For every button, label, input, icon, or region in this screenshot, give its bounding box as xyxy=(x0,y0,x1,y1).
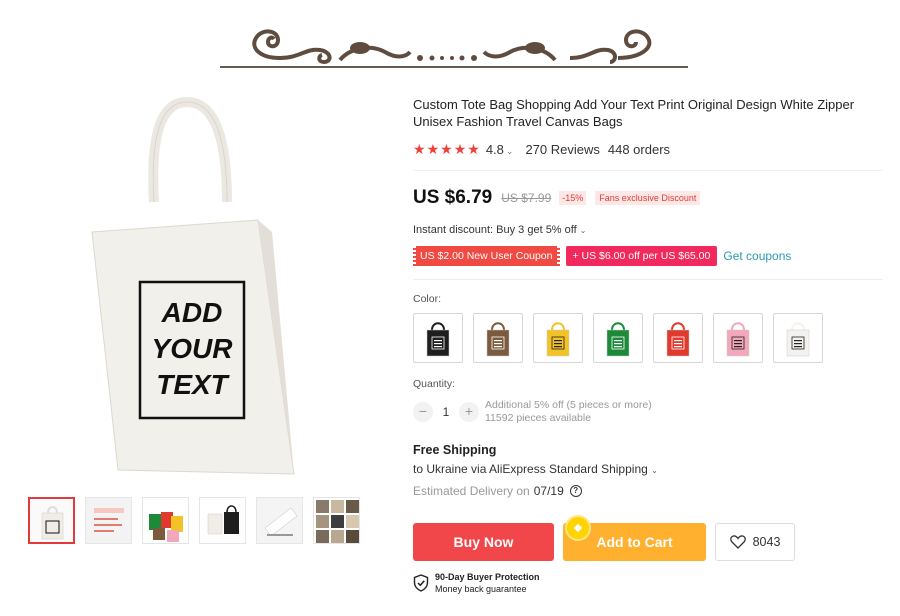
color-swatches xyxy=(413,313,888,363)
delivery-date: 07/19 xyxy=(533,484,564,498)
increment-button[interactable]: + xyxy=(459,402,479,422)
price-row: US $6.79 US $7.99 -15% Fans exclusive Di… xyxy=(413,185,888,211)
instant-discount[interactable]: Instant discount: Buy 3 get 5% off ⌄ xyxy=(413,224,888,238)
thumbnail-6[interactable] xyxy=(313,497,360,544)
color-swatch-green[interactable] xyxy=(593,313,643,363)
rating-row: ★ ★ ★ ★ ★ 4.8 ⌄ 270 Reviews 448 orders xyxy=(413,140,888,158)
original-price: US $7.99 xyxy=(501,191,552,205)
color-swatch-yellow[interactable] xyxy=(533,313,583,363)
quantity-stepper: − 1 + Additional 5% off (5 pieces or mor… xyxy=(413,398,888,426)
shield-check-icon xyxy=(413,574,429,592)
decrement-button[interactable]: − xyxy=(413,402,433,422)
product-title: Custom Tote Bag Shopping Add Your Text P… xyxy=(413,97,855,129)
thumbnail-2[interactable] xyxy=(85,497,132,544)
reviews-link[interactable]: 270 Reviews xyxy=(525,142,599,157)
star-icon: ★ xyxy=(453,141,467,157)
decorative-ornament xyxy=(252,29,652,65)
thumbnail-5[interactable] xyxy=(256,497,303,544)
color-swatch-pink[interactable] xyxy=(713,313,763,363)
quantity-info: Additional 5% off (5 pieces or more) 115… xyxy=(485,399,652,425)
thumbnail-1[interactable] xyxy=(28,497,75,544)
rating-value[interactable]: 4.8 ⌄ xyxy=(486,142,514,157)
shipping-method-selector[interactable]: to Ukraine via AliExpress Standard Shipp… xyxy=(413,462,888,478)
discount-badge: -15% xyxy=(559,191,587,205)
coin-icon xyxy=(567,517,589,539)
thumbnail-strip xyxy=(28,497,360,544)
main-product-image[interactable]: ADD YOUR TEXT xyxy=(22,92,362,484)
shipping-title: Free Shipping xyxy=(413,443,497,457)
color-label: Color: xyxy=(413,293,442,305)
delivery-label: Estimated Delivery on xyxy=(413,484,530,498)
divider xyxy=(413,170,883,171)
action-buttons: Buy Now Add to Cart 8043 xyxy=(413,517,888,561)
chevron-down-icon: ⌄ xyxy=(651,466,658,475)
buy-now-button[interactable]: Buy Now xyxy=(413,523,554,561)
store-coupon[interactable]: + US $6.00 off per US $65.00 xyxy=(565,246,718,266)
wishlist-button[interactable]: 8043 xyxy=(715,523,795,561)
bulk-discount-note: Additional 5% off (5 pieces or more) xyxy=(485,399,652,411)
new-user-coupon[interactable]: US $2.00 New User Coupon xyxy=(413,246,560,266)
chevron-down-icon: ⌄ xyxy=(579,226,587,235)
protection-title: 90-Day Buyer Protection xyxy=(435,572,540,582)
divider xyxy=(413,279,883,280)
buyer-protection: 90-Day Buyer Protection Money back guara… xyxy=(413,571,888,595)
bag-print-line2: YOUR xyxy=(152,333,234,364)
ornament-divider xyxy=(220,66,688,68)
bag-print-line1: ADD xyxy=(161,297,223,328)
add-to-cart-label: Add to Cart xyxy=(596,534,673,550)
fans-discount-badge: Fans exclusive Discount xyxy=(595,191,701,205)
color-swatch-black[interactable] xyxy=(413,313,463,363)
quantity-value[interactable]: 1 xyxy=(433,405,459,419)
bag-print-line3: TEXT xyxy=(156,369,230,400)
estimated-delivery: Estimated Delivery on 07/19 ? xyxy=(413,483,888,499)
product-info-panel: Custom Tote Bag Shopping Add Your Text P… xyxy=(413,96,888,595)
add-to-cart-button[interactable]: Add to Cart xyxy=(563,517,706,561)
color-swatch-white[interactable] xyxy=(773,313,823,363)
coupon-row: US $2.00 New User Coupon + US $6.00 off … xyxy=(413,246,888,266)
thumbnail-4[interactable] xyxy=(199,497,246,544)
rating-stars: ★ ★ ★ ★ ★ xyxy=(413,142,480,156)
thumbnail-3[interactable] xyxy=(142,497,189,544)
current-price: US $6.79 xyxy=(413,187,493,208)
star-icon: ★ xyxy=(413,141,426,157)
star-icon: ★ xyxy=(440,141,453,157)
wishlist-count: 8043 xyxy=(752,535,781,549)
quantity-label: Quantity: xyxy=(413,378,456,390)
star-icon: ★ xyxy=(467,141,480,157)
get-coupons-link[interactable]: Get coupons xyxy=(723,249,791,263)
color-swatch-red[interactable] xyxy=(653,313,703,363)
stock-available: 11592 pieces available xyxy=(485,412,592,424)
star-icon: ★ xyxy=(426,141,440,157)
orders-count: 448 orders xyxy=(607,141,671,157)
help-icon[interactable]: ? xyxy=(569,485,582,497)
heart-icon xyxy=(729,535,746,549)
chevron-down-icon: ⌄ xyxy=(505,145,514,156)
protection-subtitle: Money back guarantee xyxy=(435,584,527,594)
color-swatch-brown[interactable] xyxy=(473,313,523,363)
